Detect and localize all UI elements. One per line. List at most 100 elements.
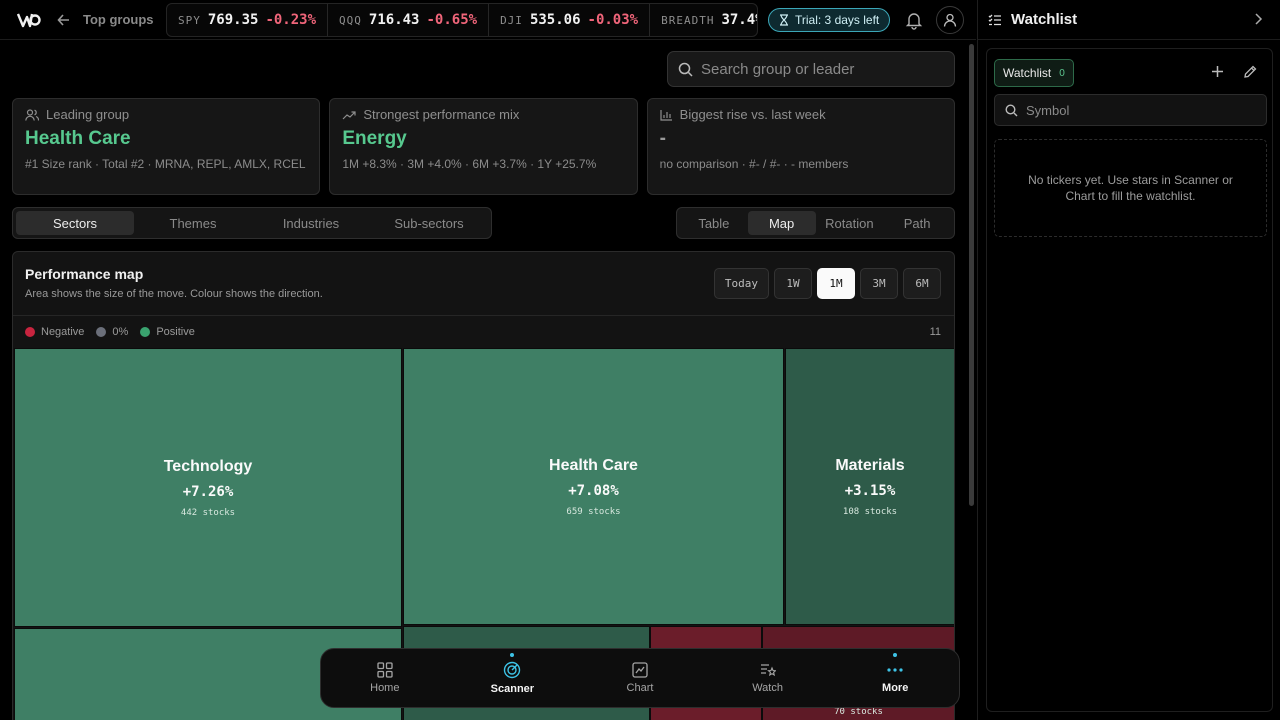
card-strongest-mix[interactable]: Strongest performance mix Energy 1M +8.3…: [329, 98, 638, 195]
bar-chart-icon: [660, 109, 672, 121]
tab-table[interactable]: Table: [680, 211, 748, 235]
symbol-search[interactable]: [994, 94, 1267, 126]
tab-sectors[interactable]: Sectors: [16, 211, 134, 235]
back-arrow-icon[interactable]: [55, 11, 73, 29]
tab-rotation[interactable]: Rotation: [816, 211, 884, 235]
period-6m[interactable]: 6M: [903, 268, 941, 299]
tab-path[interactable]: Path: [883, 211, 951, 235]
tile-name: Materials: [835, 456, 905, 474]
tile-technology[interactable]: Technology +7.26% 442 stocks: [14, 348, 402, 627]
hourglass-icon: [780, 14, 788, 26]
trial-badge[interactable]: Trial: 3 days left: [768, 8, 891, 32]
ticker-dji[interactable]: DJI 535.06 -0.03%: [489, 4, 651, 36]
tile-name: Health Care: [549, 456, 638, 474]
card-subtext: no comparison · #- / #- · - members: [659, 157, 849, 171]
nav-watch[interactable]: Watch: [704, 649, 832, 707]
tile-materials[interactable]: Materials +3.15% 108 stocks: [785, 348, 954, 625]
radar-icon: [504, 661, 521, 679]
app-logo[interactable]: [17, 10, 41, 30]
tile-pct: +7.08%: [568, 482, 619, 499]
chart-icon: [632, 662, 648, 678]
watchlist-title: Watchlist: [1011, 11, 1078, 28]
watchlist-panel: Watchlist Watchlist 0 No tickers yet. Us…: [977, 0, 1280, 720]
trending-up-icon: [342, 110, 356, 119]
color-legend: Negative 0% Positive 11: [13, 315, 954, 348]
ticker-qqq[interactable]: QQQ 716.43 -0.65%: [328, 4, 490, 36]
top-bar: Top groups SPY 769.35 -0.23% QQQ 716.43 …: [0, 0, 976, 40]
main-scrollbar[interactable]: [969, 44, 974, 506]
period-3m[interactable]: 3M: [860, 268, 898, 299]
group-count: 11: [929, 326, 941, 338]
chevron-right-icon[interactable]: [1253, 12, 1263, 30]
tab-map[interactable]: Map: [747, 211, 816, 235]
summary-cards: Leading group Health Care #1 Size rank ·…: [12, 98, 955, 195]
bell-icon[interactable]: [904, 10, 924, 30]
ticker-symbol: DJI: [500, 13, 523, 27]
watchlist-name: Watchlist: [1003, 66, 1052, 80]
nav-label: Chart: [626, 682, 654, 694]
user-avatar[interactable]: [936, 6, 964, 34]
legend-zero: 0%: [112, 326, 129, 338]
card-leading-group[interactable]: Leading group Health Care #1 Size rank ·…: [12, 98, 321, 195]
ticker-symbol: QQQ: [339, 13, 362, 27]
grid-icon: [377, 662, 393, 678]
card-subtext: 1M +8.3% · 3M +4.0% · 6M +3.7% · 1Y +25.…: [342, 157, 597, 171]
bottom-nav: Home Scanner Chart Watch More: [320, 648, 960, 708]
search-icon: [1005, 103, 1018, 116]
ticker-price: 716.43: [368, 12, 420, 28]
watchlist-header: Watchlist: [978, 0, 1280, 40]
ticker-breadth[interactable]: BREADTH 37.4% a: [650, 4, 757, 36]
nav-label: Scanner: [490, 683, 535, 695]
pencil-icon[interactable]: [1243, 65, 1257, 84]
negative-dot: [25, 327, 35, 337]
tile-pct: +3.15%: [844, 482, 896, 499]
tile-name: Technology: [163, 457, 253, 475]
zero-dot: [96, 327, 107, 337]
symbol-input[interactable]: [1026, 102, 1256, 118]
card-label: Biggest rise vs. last week: [679, 107, 826, 122]
trial-text: Trial: 3 days left: [795, 13, 880, 27]
tab-sub-sectors[interactable]: Sub-sectors: [370, 211, 488, 235]
search-input[interactable]: [701, 60, 941, 78]
users-icon: [25, 108, 39, 121]
card-value: Health Care: [25, 128, 131, 149]
ticker-strip: SPY 769.35 -0.23% QQQ 716.43 -0.65% DJI …: [166, 3, 758, 37]
watchlist-selector[interactable]: Watchlist 0: [994, 59, 1074, 87]
period-today[interactable]: Today: [713, 268, 769, 299]
ticker-change: -0.03%: [587, 12, 639, 28]
breadcrumb[interactable]: Top groups: [83, 12, 154, 27]
tab-themes[interactable]: Themes: [134, 211, 252, 235]
active-indicator: [893, 653, 898, 657]
nav-more[interactable]: More: [831, 649, 959, 707]
tile-count: 70 stocks: [834, 707, 883, 717]
card-biggest-rise[interactable]: Biggest rise vs. last week - no comparis…: [646, 98, 955, 195]
nav-scanner[interactable]: Scanner: [449, 649, 577, 707]
card-label: Leading group: [46, 107, 130, 122]
tile-health-care[interactable]: Health Care +7.08% 659 stocks: [403, 348, 784, 625]
card-subtext: #1 Size rank · Total #2 · MRNA, REPL, AM…: [25, 157, 306, 171]
ticker-spy[interactable]: SPY 769.35 -0.23%: [167, 4, 329, 36]
card-value: -: [659, 128, 666, 149]
view-tabs: Table Map Rotation Path: [676, 207, 955, 239]
tile-count: 442 stocks: [180, 507, 236, 518]
tile-pct: +7.26%: [182, 483, 234, 500]
group-search[interactable]: [667, 51, 955, 87]
watchlist-empty-state: No tickers yet. Use stars in Scanner or …: [994, 139, 1267, 237]
nav-label: Watch: [752, 682, 783, 694]
search-icon: [678, 62, 693, 77]
nav-label: More: [882, 682, 909, 694]
card-label: Strongest performance mix: [363, 107, 520, 122]
nav-home[interactable]: Home: [321, 649, 449, 707]
watchlist-count: 0: [1059, 67, 1065, 79]
ticker-price: 535.06: [529, 12, 581, 28]
ticker-symbol: SPY: [178, 13, 201, 27]
period-1w[interactable]: 1W: [774, 268, 812, 299]
panel-title: Performance map: [25, 266, 144, 282]
period-1m[interactable]: 1M: [817, 268, 855, 299]
list-check-icon: [988, 14, 1001, 25]
positive-dot: [140, 327, 151, 337]
ticker-price: 769.35: [207, 12, 259, 28]
plus-icon[interactable]: [1211, 65, 1224, 83]
nav-chart[interactable]: Chart: [576, 649, 704, 707]
tab-industries[interactable]: Industries: [252, 211, 370, 235]
